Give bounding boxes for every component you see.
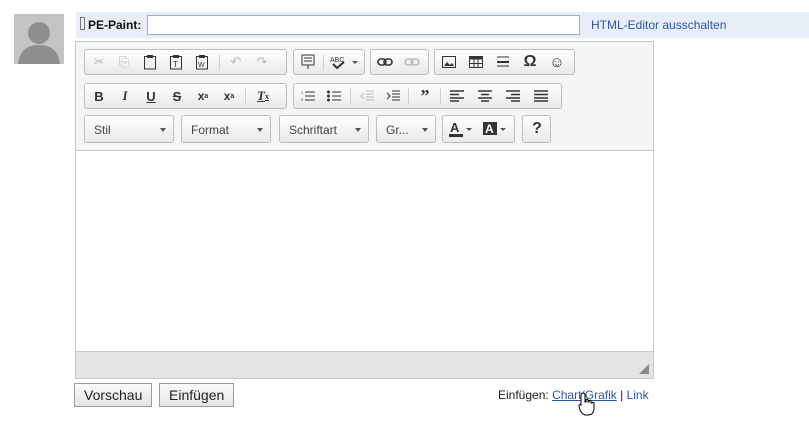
svg-text:T: T <box>173 60 178 69</box>
outdent-icon[interactable] <box>356 87 378 105</box>
format-dropdown[interactable]: Format <box>181 115 271 143</box>
justify-icon[interactable] <box>530 87 552 105</box>
svg-text:A: A <box>485 122 494 136</box>
chevron-down-icon <box>422 128 428 132</box>
superscript-icon[interactable]: xa <box>218 87 240 105</box>
redo-icon[interactable]: ↷ <box>251 53 273 71</box>
resize-handle-icon[interactable] <box>639 364 649 374</box>
hand-cursor-icon <box>578 392 595 416</box>
text-color-icon[interactable]: A <box>447 120 477 138</box>
editor-content-area[interactable] <box>76 150 653 352</box>
insert-group: Ω ☺ <box>434 49 575 75</box>
chevron-down-icon <box>160 128 166 132</box>
unlink-icon[interactable] <box>401 53 423 71</box>
font-dropdown[interactable]: Schriftart <box>279 115 369 143</box>
smiley-icon[interactable]: ☺ <box>546 53 568 71</box>
blockquote-icon[interactable]: ” <box>414 86 436 106</box>
clipboard-group: ✂ ⎘ T W ↶ ↷ <box>84 49 287 75</box>
style-dropdown[interactable]: Stil <box>84 115 174 143</box>
numbered-list-icon[interactable]: 12 <box>297 87 319 105</box>
strikethrough-icon[interactable]: S <box>166 87 188 105</box>
avatar <box>14 14 64 64</box>
horizontal-line-icon[interactable] <box>492 53 514 71</box>
bold-icon[interactable]: B <box>88 87 110 105</box>
templates-icon[interactable] <box>297 53 319 71</box>
svg-text:A: A <box>450 120 460 135</box>
tools-group: ABC <box>293 49 365 75</box>
image-icon[interactable] <box>438 53 460 71</box>
indent-icon[interactable] <box>382 87 404 105</box>
chevron-down-icon <box>355 128 361 132</box>
svg-text:W: W <box>198 62 205 69</box>
align-right-icon[interactable] <box>502 87 524 105</box>
basic-styles-group: B I U S xa xa Tx <box>84 83 287 109</box>
undo-icon[interactable]: ↶ <box>225 53 247 71</box>
format-dropdown-label: Format <box>191 123 230 137</box>
preview-button[interactable]: Vorschau <box>74 383 153 407</box>
title-label: PE-Paint: <box>80 17 141 32</box>
editor-statusbar <box>76 352 653 378</box>
insert-button[interactable]: Einfügen <box>159 383 235 407</box>
help-icon[interactable]: ? <box>526 120 548 138</box>
font-size-dropdown[interactable]: Gr... <box>376 115 436 143</box>
html-editor-toggle-link[interactable]: HTML-Editor ausschalten <box>591 18 726 32</box>
insert-links-row: Einfügen: Chart/Grafik | Link <box>498 388 649 402</box>
style-dropdown-label: Stil <box>94 123 111 137</box>
title-input[interactable] <box>147 15 580 35</box>
align-left-icon[interactable] <box>446 87 468 105</box>
paragraph-group: 12 ” <box>293 83 562 109</box>
subscript-icon[interactable]: xa <box>192 87 214 105</box>
spellcheck-icon[interactable]: ABC <box>329 53 361 71</box>
remove-format-icon[interactable]: Tx <box>252 87 274 105</box>
special-char-icon[interactable]: Ω <box>519 53 541 71</box>
chevron-down-icon <box>257 128 263 132</box>
paste-icon[interactable] <box>139 53 161 71</box>
links-group <box>370 49 429 75</box>
rich-text-editor: ✂ ⎘ T W ↶ ↷ ABC Ω ☺ B I U S x a x a T x … <box>75 41 654 379</box>
svg-text:2: 2 <box>301 97 304 102</box>
colors-group: A A <box>442 115 515 143</box>
editor-toolbar: ✂ ⎘ T W ↶ ↷ ABC Ω ☺ B I U S x a x a T x … <box>76 42 653 150</box>
bullet-list-icon[interactable] <box>323 87 345 105</box>
underline-icon[interactable]: U <box>140 87 162 105</box>
font-dropdown-label: Schriftart <box>289 123 338 137</box>
link-icon[interactable] <box>374 53 396 71</box>
insert-prefix-label: Einfügen: <box>498 388 549 402</box>
background-color-icon[interactable]: A <box>481 120 511 138</box>
table-icon[interactable] <box>465 53 487 71</box>
italic-icon[interactable]: I <box>114 87 136 105</box>
svg-text:1: 1 <box>301 90 304 95</box>
insert-links-separator: | <box>620 388 624 402</box>
font-size-dropdown-label: Gr... <box>386 123 409 137</box>
help-group: ? <box>522 115 551 143</box>
copy-icon[interactable]: ⎘ <box>113 53 135 71</box>
align-center-icon[interactable] <box>474 87 496 105</box>
paste-text-icon[interactable]: T <box>165 53 187 71</box>
cut-icon[interactable]: ✂ <box>88 53 110 71</box>
link-link[interactable]: Link <box>627 388 649 402</box>
paste-word-icon[interactable]: W <box>191 53 213 71</box>
